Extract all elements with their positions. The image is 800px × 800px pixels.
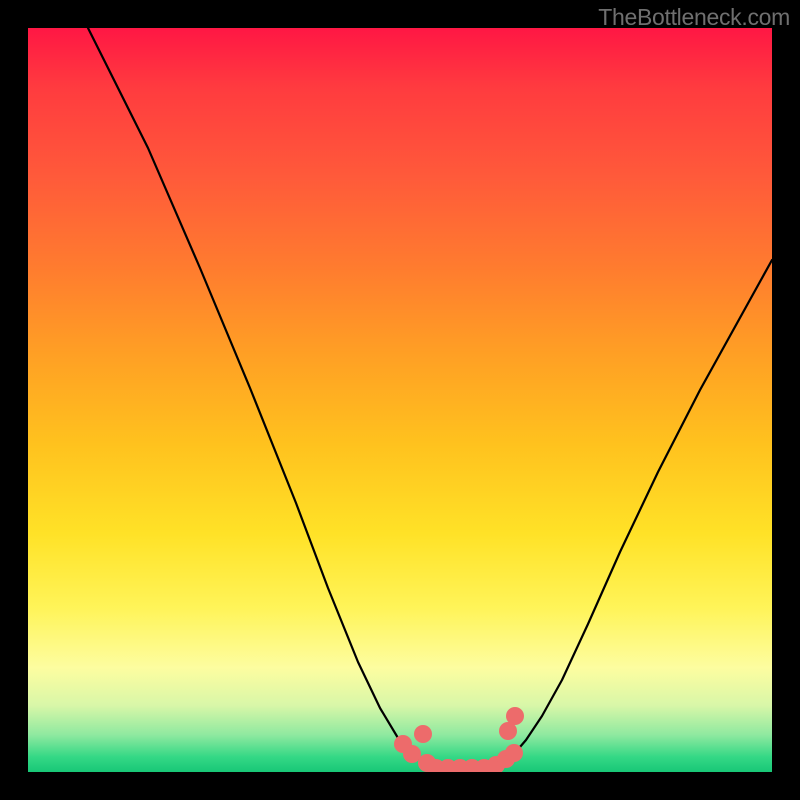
bottleneck-curve-line [88, 28, 772, 768]
flat-region-dot [505, 744, 523, 762]
flat-region-dot [414, 725, 432, 743]
bottleneck-curve-svg [28, 28, 772, 772]
watermark-text: TheBottleneck.com [598, 4, 790, 31]
flat-region-dot [506, 707, 524, 725]
chart-plot-area [28, 28, 772, 772]
